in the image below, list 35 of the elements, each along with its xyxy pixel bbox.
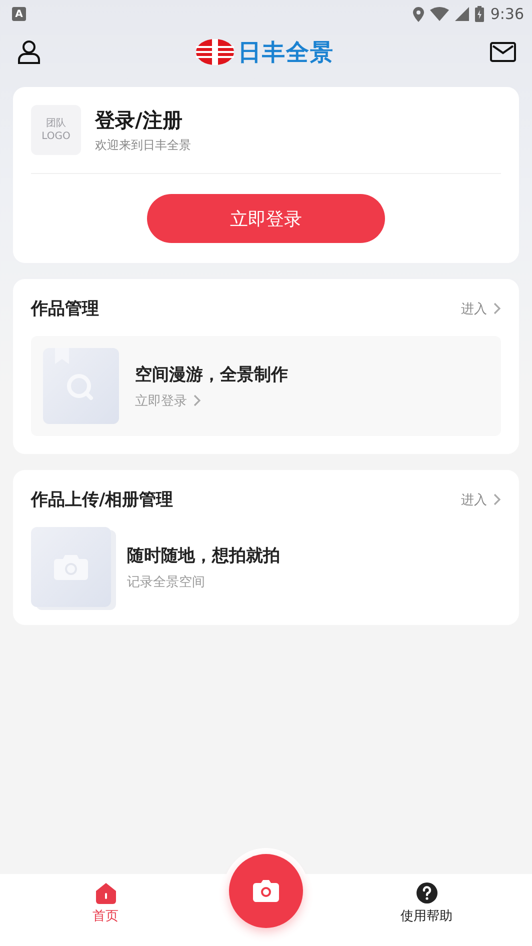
feature-item[interactable]: 随时随地，想拍就拍 记录全景空间 — [31, 527, 501, 607]
signal-icon — [455, 7, 470, 21]
help-icon — [416, 882, 438, 904]
user-icon[interactable] — [18, 40, 40, 64]
team-logo: 团队 LOGO — [31, 105, 81, 155]
login-link[interactable]: 立即登录 — [135, 392, 288, 410]
welcome-text: 欢迎来到日丰全景 — [95, 136, 191, 154]
location-icon — [413, 6, 424, 22]
enter-link[interactable]: 进入 — [461, 300, 501, 318]
nav-tab[interactable]: 首页 — [0, 874, 211, 926]
login-button[interactable]: 立即登录 — [147, 194, 385, 243]
logo-icon — [196, 39, 234, 65]
chevron-icon — [493, 302, 501, 315]
wifi-icon — [430, 7, 450, 21]
search-thumbnail-icon — [43, 348, 119, 424]
login-title: 登录/注册 — [95, 106, 184, 134]
feature-title: 空间漫游，全景制作 — [135, 364, 288, 386]
section-title: 作品管理 — [31, 298, 100, 320]
enter-link[interactable]: 进入 — [461, 490, 501, 508]
logo-text: 日丰全景 — [238, 38, 334, 68]
feature-subtitle: 记录全景空间 — [127, 574, 206, 590]
mail-icon[interactable] — [490, 42, 516, 62]
chevron-icon — [493, 493, 501, 506]
status-time: 9:36 — [490, 5, 524, 23]
battery-icon — [475, 6, 484, 22]
home-icon — [94, 882, 116, 904]
camera-button[interactable] — [229, 854, 303, 928]
section-title: 作品上传/相册管理 — [31, 489, 174, 511]
camera-icon — [253, 880, 279, 902]
feature-item[interactable]: 空间漫游，全景制作 立即登录 — [31, 336, 501, 436]
chevron-icon — [193, 394, 201, 407]
nav-tab[interactable]: 使用帮助 — [321, 874, 532, 926]
feature-title: 随时随地，想拍就拍 — [127, 544, 280, 566]
notification-icon: A — [12, 7, 26, 21]
camera-thumbnail-icon — [31, 527, 111, 607]
